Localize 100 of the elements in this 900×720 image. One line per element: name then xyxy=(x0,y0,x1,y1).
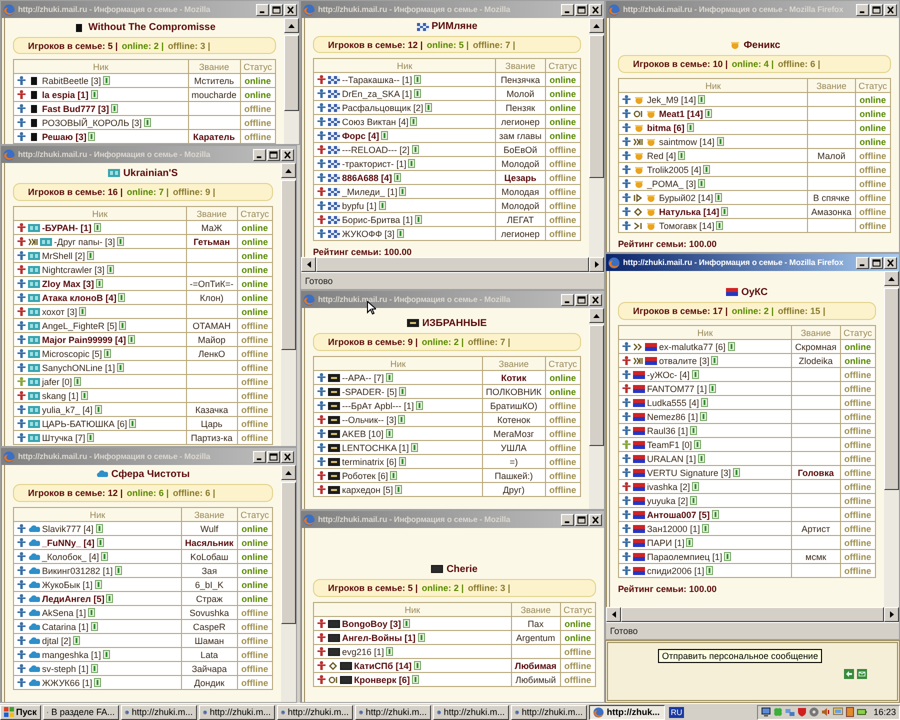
person-icon[interactable] xyxy=(622,538,631,547)
close-button[interactable] xyxy=(284,4,297,16)
person-icon[interactable] xyxy=(622,179,631,188)
person-icon[interactable] xyxy=(622,566,631,575)
person-icon[interactable] xyxy=(17,377,26,386)
shield-icon[interactable] xyxy=(797,707,808,717)
person-icon[interactable] xyxy=(622,398,631,407)
info-icon[interactable] xyxy=(692,370,699,379)
person-icon[interactable] xyxy=(17,118,26,127)
battery-icon[interactable] xyxy=(857,707,868,717)
maximize-button[interactable] xyxy=(870,4,883,16)
person-icon[interactable] xyxy=(17,419,26,428)
person-icon[interactable] xyxy=(17,223,26,232)
person-icon[interactable] xyxy=(317,485,326,494)
display-icon[interactable] xyxy=(833,707,844,717)
person-icon[interactable] xyxy=(317,429,326,438)
info-icon[interactable] xyxy=(144,118,151,127)
person-icon[interactable] xyxy=(622,123,631,132)
taskbar-button[interactable]: В разделе FA... xyxy=(42,704,119,720)
person-icon[interactable] xyxy=(317,619,326,628)
close-button[interactable] xyxy=(884,256,897,268)
person-icon[interactable] xyxy=(317,373,326,382)
person-icon[interactable] xyxy=(317,661,326,670)
person-icon[interactable] xyxy=(622,496,631,505)
person-icon[interactable] xyxy=(17,265,26,274)
maximize-button[interactable] xyxy=(575,514,588,526)
person-icon[interactable] xyxy=(622,468,631,477)
person-icon[interactable] xyxy=(317,633,326,642)
person-icon[interactable] xyxy=(17,90,26,99)
taskbar-button[interactable]: http://zhuk... xyxy=(588,704,665,720)
person-icon[interactable] xyxy=(317,187,326,196)
person-icon[interactable] xyxy=(17,608,26,617)
info-icon[interactable] xyxy=(129,419,136,428)
minimize-button[interactable] xyxy=(561,294,574,306)
person-icon[interactable] xyxy=(622,524,631,533)
person-icon[interactable] xyxy=(622,370,631,379)
person-icon[interactable] xyxy=(17,524,26,533)
maximize-button[interactable] xyxy=(575,4,588,16)
maximize-button[interactable] xyxy=(270,4,283,16)
person-icon[interactable] xyxy=(622,165,631,174)
person-icon[interactable] xyxy=(317,387,326,396)
person-icon[interactable] xyxy=(17,405,26,414)
person-icon[interactable] xyxy=(17,363,26,372)
info-icon[interactable] xyxy=(87,433,94,442)
info-icon[interactable] xyxy=(416,401,423,410)
speaker-icon[interactable] xyxy=(821,707,832,717)
book-icon[interactable] xyxy=(845,707,856,717)
person-icon[interactable] xyxy=(622,552,631,561)
person-icon[interactable] xyxy=(17,552,26,561)
person-icon[interactable] xyxy=(317,401,326,410)
vertical-scrollbar[interactable] xyxy=(281,465,296,702)
person-icon[interactable] xyxy=(17,622,26,631)
person-icon[interactable] xyxy=(17,664,26,673)
monitor-icon[interactable] xyxy=(761,707,772,717)
person-icon[interactable] xyxy=(17,636,26,645)
info-icon[interactable] xyxy=(117,237,124,246)
person-icon[interactable] xyxy=(622,95,631,104)
start-button[interactable]: Пуск xyxy=(0,704,41,720)
person-icon[interactable] xyxy=(317,103,326,112)
person-icon[interactable] xyxy=(622,454,631,463)
info-icon[interactable] xyxy=(414,215,422,224)
person-icon[interactable] xyxy=(17,279,26,288)
info-icon[interactable] xyxy=(118,293,126,302)
person-icon[interactable] xyxy=(317,201,326,210)
language-indicator[interactable]: RU xyxy=(668,706,684,718)
taskbar-button[interactable]: http://zhuki.m... xyxy=(354,704,431,720)
person-icon[interactable] xyxy=(622,151,631,160)
close-button[interactable] xyxy=(589,514,602,526)
info-icon[interactable] xyxy=(678,151,686,160)
person-icon[interactable] xyxy=(317,215,326,224)
person-icon[interactable] xyxy=(622,356,631,365)
info-icon[interactable] xyxy=(396,229,404,238)
person-icon[interactable] xyxy=(17,349,26,358)
person-icon[interactable] xyxy=(17,321,26,330)
maximize-button[interactable] xyxy=(870,256,883,268)
person-icon[interactable] xyxy=(317,675,326,684)
person-icon[interactable] xyxy=(17,678,26,687)
info-icon[interactable] xyxy=(79,307,86,316)
close-button[interactable] xyxy=(884,4,897,16)
person-icon[interactable] xyxy=(17,237,26,246)
person-icon[interactable] xyxy=(317,89,326,98)
person-icon[interactable] xyxy=(317,173,326,182)
info-icon[interactable] xyxy=(724,552,732,561)
taskbar-button[interactable]: http://zhuki.m... xyxy=(276,704,353,720)
horizontal-scrollbar[interactable] xyxy=(301,257,604,272)
info-icon[interactable] xyxy=(87,251,94,260)
person-icon[interactable] xyxy=(317,457,326,466)
horizontal-scrollbar[interactable] xyxy=(606,607,899,622)
taskbar-button[interactable]: http://zhuki.m... xyxy=(198,704,275,720)
person-icon[interactable] xyxy=(17,104,26,113)
person-icon[interactable] xyxy=(622,412,631,421)
close-button[interactable] xyxy=(281,450,294,462)
info-icon[interactable] xyxy=(94,223,101,232)
person-icon[interactable] xyxy=(622,109,631,118)
person-icon[interactable] xyxy=(17,594,26,603)
person-icon[interactable] xyxy=(317,117,326,126)
vertical-scrollbar[interactable] xyxy=(284,18,299,144)
minimize-button[interactable] xyxy=(256,4,269,16)
person-icon[interactable] xyxy=(17,580,26,589)
person-icon[interactable] xyxy=(622,207,631,216)
